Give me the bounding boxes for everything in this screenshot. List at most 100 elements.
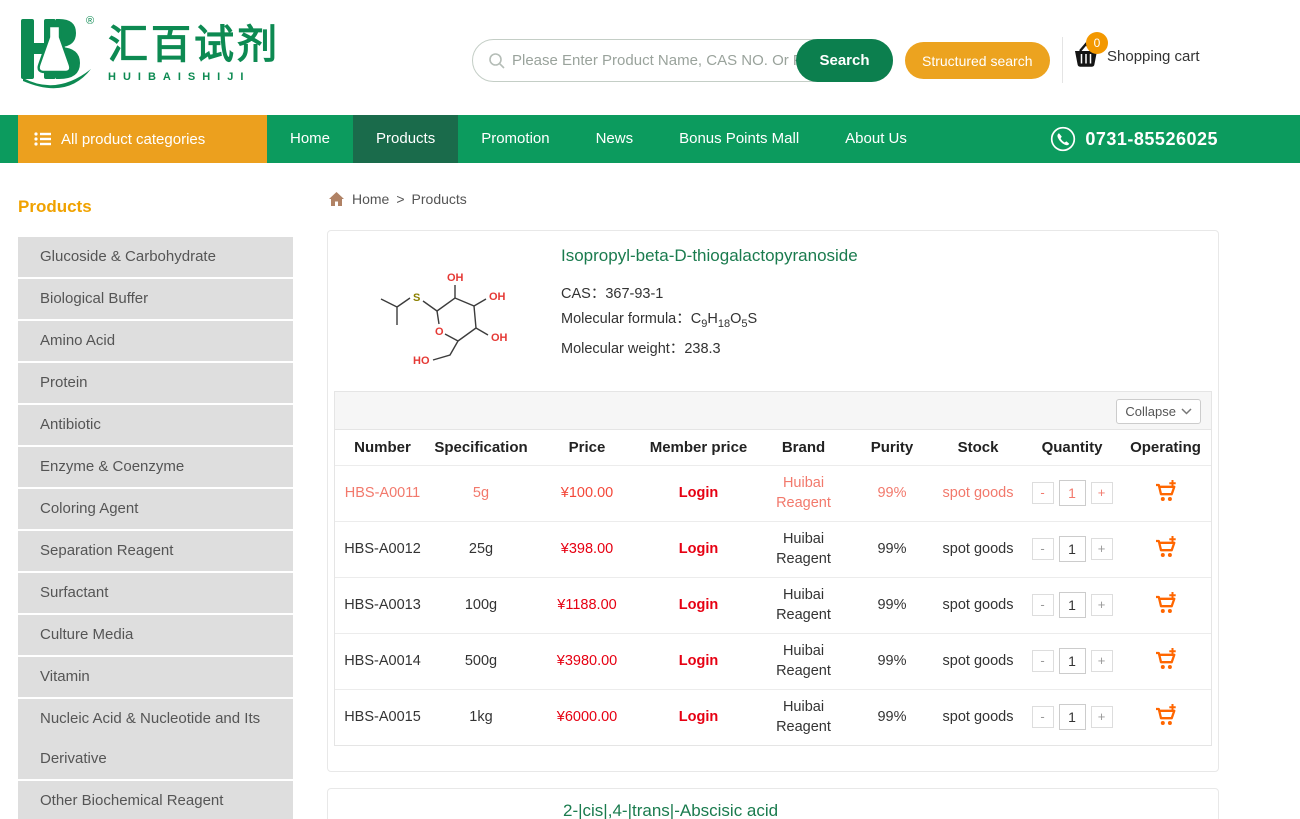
product2-title[interactable]: 2-|cis|,4-|trans|-Abscisic acid <box>563 801 778 819</box>
cart-plus-icon <box>1153 480 1178 503</box>
cell-number: HBS-A0012 <box>335 521 430 577</box>
qty-input[interactable]: 1 <box>1059 480 1086 506</box>
sidebar-title: Products <box>18 197 293 217</box>
shopping-cart-button[interactable]: 0 Shopping cart <box>1070 41 1200 71</box>
sidebar-item-vitamin[interactable]: Vitamin <box>18 657 293 697</box>
cell-stock: spot goods <box>932 689 1024 745</box>
all-categories-button[interactable]: All product categories <box>18 115 267 163</box>
cell-quantity: -1+ <box>1024 689 1120 745</box>
sidebar-item-other-biochemical-reagent[interactable]: Other Biochemical Reagent <box>18 781 293 819</box>
cart-label: Shopping cart <box>1107 48 1200 65</box>
sidebar: Products Glucoside & CarbohydrateBiologi… <box>18 183 293 819</box>
sidebar-item-glucoside-carbohydrate[interactable]: Glucoside & Carbohydrate <box>18 237 293 277</box>
collapse-button[interactable]: Collapse <box>1116 399 1201 424</box>
quantity-stepper: -1+ <box>1032 648 1113 674</box>
product-title[interactable]: Isopropyl-beta-D-thiogalactopyranoside <box>561 245 858 267</box>
cell-number: HBS-A0011 <box>335 465 430 521</box>
site-logo[interactable]: ® 汇百试剂 HUIBAISHIJI <box>18 12 280 96</box>
qty-increase-button[interactable]: + <box>1091 594 1113 616</box>
column-header-quantity: Quantity <box>1024 430 1120 465</box>
qty-decrease-button[interactable]: - <box>1032 482 1054 504</box>
header-divider <box>1062 37 1063 83</box>
qty-increase-button[interactable]: + <box>1091 650 1113 672</box>
column-header-number: Number <box>335 430 430 465</box>
login-link[interactable]: Login <box>679 597 718 613</box>
sidebar-item-nucleic-acid-nucleotide-and-its-derivative[interactable]: Nucleic Acid & Nucleotide and Its Deriva… <box>18 699 293 779</box>
cell-member-price: Login <box>642 465 755 521</box>
add-to-cart-button[interactable] <box>1151 702 1180 732</box>
breadcrumb: Home > Products <box>328 189 1219 209</box>
nav-item-about-us[interactable]: About Us <box>822 115 930 163</box>
sidebar-item-protein[interactable]: Protein <box>18 363 293 403</box>
column-header-specification: Specification <box>430 430 532 465</box>
table-row-hbs-a0012: HBS-A001225g¥398.00LoginHuibai Reagent99… <box>335 521 1211 577</box>
login-link[interactable]: Login <box>679 541 718 557</box>
cell-price: ¥1188.00 <box>532 577 642 633</box>
cell-operating <box>1120 689 1211 745</box>
svg-text:OH: OH <box>447 272 464 284</box>
home-icon <box>328 191 345 207</box>
cell-purity: 99% <box>852 465 932 521</box>
sidebar-item-culture-media[interactable]: Culture Media <box>18 615 293 655</box>
breadcrumb-home-link[interactable]: Home <box>352 191 389 207</box>
sidebar-item-coloring-agent[interactable]: Coloring Agent <box>18 489 293 529</box>
add-to-cart-button[interactable] <box>1151 478 1180 508</box>
qty-decrease-button[interactable]: - <box>1032 594 1054 616</box>
cell-member-price: Login <box>642 633 755 689</box>
sidebar-item-amino-acid[interactable]: Amino Acid <box>18 321 293 361</box>
cell-quantity: -1+ <box>1024 577 1120 633</box>
cell-price: ¥398.00 <box>532 521 642 577</box>
qty-input[interactable]: 1 <box>1059 536 1086 562</box>
login-link[interactable]: Login <box>679 653 718 669</box>
sidebar-list: Glucoside & CarbohydrateBiological Buffe… <box>18 237 293 819</box>
qty-decrease-button[interactable]: - <box>1032 650 1054 672</box>
collapse-bar: Collapse <box>335 392 1211 430</box>
add-to-cart-button[interactable] <box>1151 534 1180 564</box>
weight-row: Molecular weight：238.3 <box>561 341 858 358</box>
add-to-cart-button[interactable] <box>1151 646 1180 676</box>
flask-monogram-icon: ® <box>18 12 98 96</box>
cell-brand: Huibai Reagent <box>755 465 852 521</box>
nav-item-bonus-points-mall[interactable]: Bonus Points Mall <box>656 115 822 163</box>
nav-item-home[interactable]: Home <box>267 115 353 163</box>
menu-list-icon <box>34 131 52 147</box>
svg-text:S: S <box>413 292 420 304</box>
cell-operating <box>1120 577 1211 633</box>
cell-operating <box>1120 521 1211 577</box>
login-link[interactable]: Login <box>679 485 718 501</box>
sidebar-item-enzyme-coenzyme[interactable]: Enzyme & Coenzyme <box>18 447 293 487</box>
add-to-cart-button[interactable] <box>1151 590 1180 620</box>
pricing-table-box: Collapse NumberSpecificationPriceMember … <box>334 391 1212 746</box>
cell-number: HBS-A0014 <box>335 633 430 689</box>
cell-specification: 100g <box>430 577 532 633</box>
cell-purity: 99% <box>852 521 932 577</box>
svg-text:OH: OH <box>491 332 508 344</box>
search-button[interactable]: Search <box>796 39 893 82</box>
nav-item-promotion[interactable]: Promotion <box>458 115 572 163</box>
qty-input[interactable]: 1 <box>1059 648 1086 674</box>
sidebar-item-surfactant[interactable]: Surfactant <box>18 573 293 613</box>
qty-input[interactable]: 1 <box>1059 592 1086 618</box>
nav-item-news[interactable]: News <box>573 115 657 163</box>
sidebar-item-separation-reagent[interactable]: Separation Reagent <box>18 531 293 571</box>
qty-input[interactable]: 1 <box>1059 704 1086 730</box>
structured-search-button[interactable]: Structured search <box>905 42 1050 79</box>
cell-specification: 5g <box>430 465 532 521</box>
qty-increase-button[interactable]: + <box>1091 538 1113 560</box>
cart-plus-icon <box>1153 592 1178 615</box>
logo-en-text: HUIBAISHIJI <box>108 71 280 83</box>
weight-value: 238.3 <box>684 341 720 357</box>
cell-stock: spot goods <box>932 521 1024 577</box>
column-header-purity: Purity <box>852 430 932 465</box>
qty-increase-button[interactable]: + <box>1091 706 1113 728</box>
nav-item-products[interactable]: Products <box>353 115 458 163</box>
logo-cn-text: 汇百试剂 <box>108 24 280 66</box>
qty-increase-button[interactable]: + <box>1091 482 1113 504</box>
qty-decrease-button[interactable]: - <box>1032 706 1054 728</box>
cell-brand: Huibai Reagent <box>755 689 852 745</box>
sidebar-item-biological-buffer[interactable]: Biological Buffer <box>18 279 293 319</box>
qty-decrease-button[interactable]: - <box>1032 538 1054 560</box>
sidebar-item-antibiotic[interactable]: Antibiotic <box>18 405 293 445</box>
phone-icon <box>1050 126 1076 152</box>
login-link[interactable]: Login <box>679 709 718 725</box>
